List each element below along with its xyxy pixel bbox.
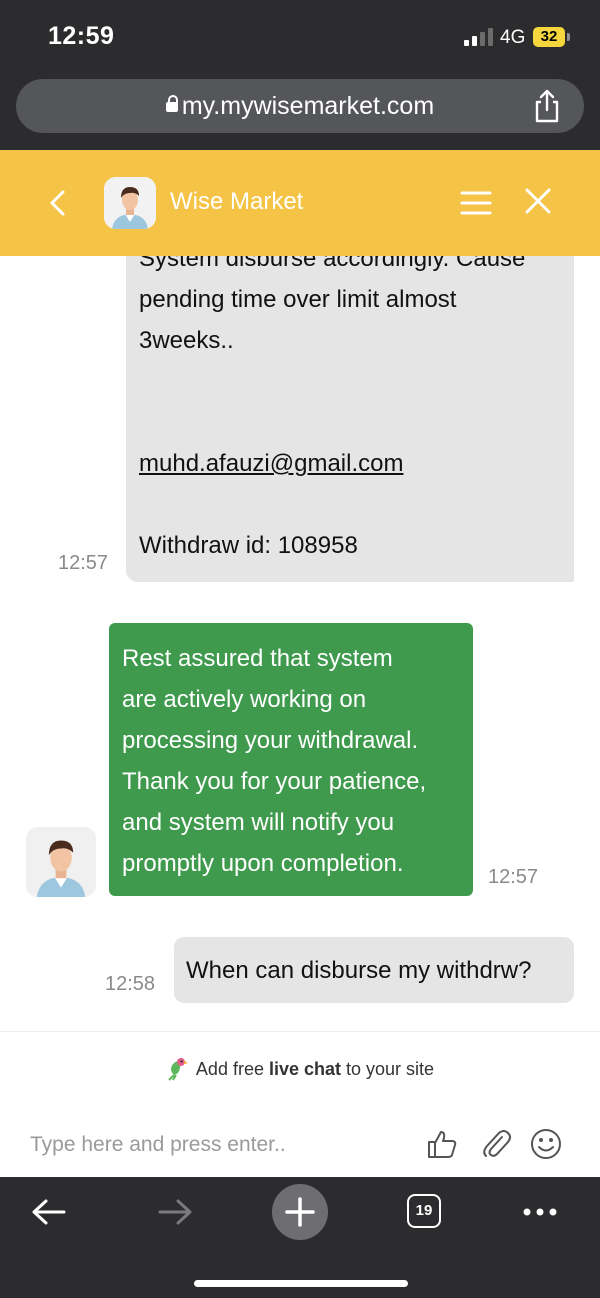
new-tab-button[interactable]	[272, 1184, 328, 1240]
back-chevron-icon[interactable]	[44, 188, 72, 218]
avatar-person-icon	[104, 177, 156, 229]
message-line: Thank you for your patience,	[122, 768, 427, 795]
status-bar: 12:59 4G 32	[0, 0, 600, 76]
more-icon[interactable]	[522, 1207, 558, 1217]
signal-icon	[464, 28, 494, 46]
back-arrow-icon[interactable]	[30, 1197, 68, 1227]
promo-text[interactable]: Add free live chat to your site	[0, 1055, 600, 1081]
agent-message-bubble: Rest assured that system are actively wo…	[109, 623, 473, 896]
url-display[interactable]: my.mywisemarket.com	[16, 79, 584, 133]
promo-bold: live chat	[268, 1059, 342, 1079]
message-line: Rest assured that system	[122, 645, 393, 672]
status-time: 12:59	[48, 22, 115, 50]
visitor-message-bubble: When can disburse my withdrw?	[174, 937, 574, 1003]
smiley-icon[interactable]	[530, 1128, 562, 1160]
paperclip-icon[interactable]	[480, 1128, 512, 1160]
visitor-message-bubble: System disburse accordingly. Cause pendi…	[126, 256, 574, 582]
plus-icon	[285, 1197, 315, 1227]
message-line: and system will notify you	[122, 809, 395, 836]
thumbs-up-icon[interactable]	[426, 1128, 458, 1160]
parrot-icon	[168, 1058, 188, 1081]
message-line: are actively working on	[122, 686, 367, 713]
withdraw-id: Withdraw id: 108958	[139, 532, 358, 559]
battery-icon: 32	[533, 27, 565, 47]
agent-avatar	[26, 827, 96, 897]
message-line: promptly upon completion.	[122, 850, 404, 877]
promo-banner[interactable]: Add free live chat to your site	[0, 1031, 600, 1107]
message-text: System disburse accordingly. Cause pendi…	[139, 256, 559, 566]
message-line: pending time over limit almost	[139, 286, 457, 313]
agent-avatar-header	[104, 177, 156, 229]
promo-suffix: to your site	[341, 1059, 435, 1079]
email-link[interactable]: muhd.afauzi@gmail.com	[139, 443, 559, 484]
agent-name: Wise Market	[170, 188, 304, 215]
network-label: 4G	[500, 27, 526, 48]
message-timestamp: 12:58	[105, 973, 156, 995]
message-timestamp: 12:57	[58, 552, 109, 574]
menu-icon[interactable]	[460, 190, 492, 216]
home-indicator[interactable]	[194, 1280, 408, 1287]
message-text: When can disburse my withdrw?	[186, 957, 532, 984]
browser-url-area: my.mywisemarket.com	[0, 76, 600, 150]
message-line: processing your withdrawal.	[122, 727, 419, 754]
forward-arrow-icon[interactable]	[156, 1197, 194, 1227]
avatar-person-icon	[26, 827, 96, 897]
message-composer	[0, 1106, 600, 1177]
share-icon[interactable]	[532, 89, 562, 123]
chat-header: Wise Market	[0, 150, 600, 256]
browser-toolbar: 19	[0, 1177, 600, 1298]
message-line: System disburse accordingly. Cause	[139, 256, 526, 272]
chat-messages[interactable]: System disburse accordingly. Cause pendi…	[0, 256, 600, 1031]
battery-tip	[567, 33, 570, 41]
lock-icon	[165, 95, 178, 115]
url-text: my.mywisemarket.com	[181, 92, 435, 120]
message-text: Rest assured that system are actively wo…	[122, 638, 467, 884]
close-icon[interactable]	[524, 187, 552, 215]
tabs-button[interactable]: 19	[407, 1194, 441, 1228]
message-input[interactable]	[30, 1130, 390, 1160]
url-bar[interactable]: my.mywisemarket.com	[16, 79, 584, 133]
message-line: 3weeks..	[139, 327, 234, 354]
message-timestamp: 12:57	[488, 866, 539, 888]
promo-prefix: Add free	[195, 1059, 269, 1079]
